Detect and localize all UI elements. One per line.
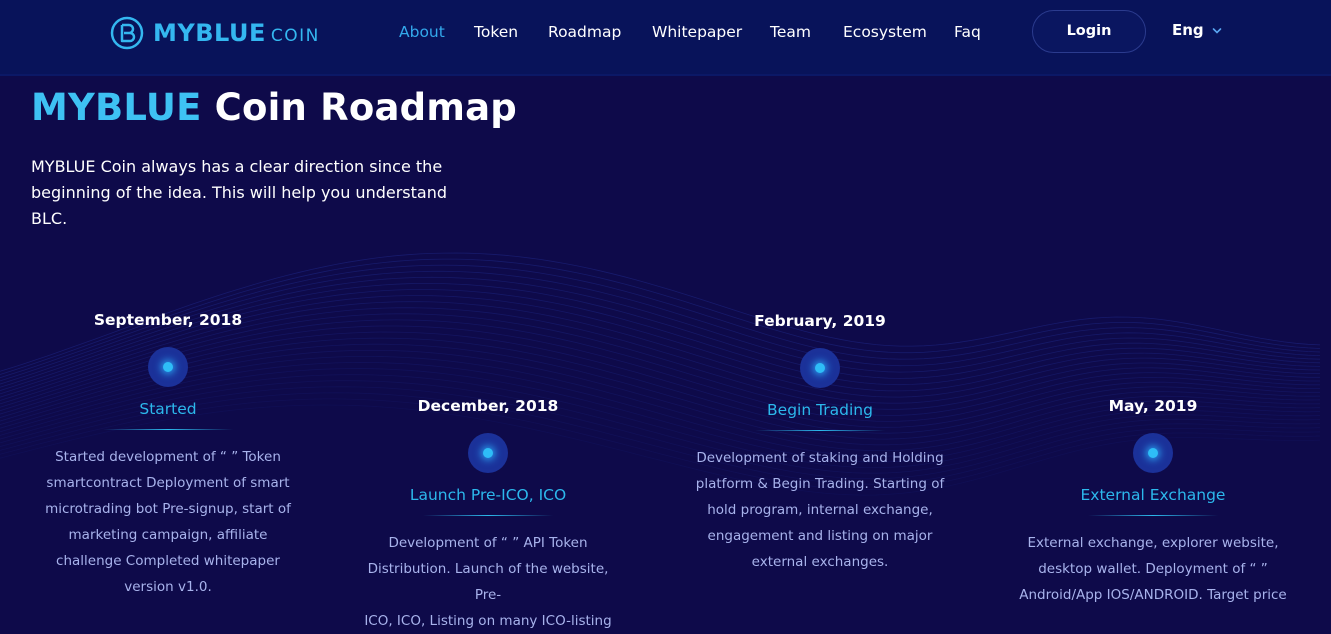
milestone-december-2018: December, 2018 Launch Pre-ICO, ICO Devel… <box>353 395 623 634</box>
intro-line: MYBLUE Coin always has a clear direction… <box>31 157 443 176</box>
milestone-description-line: External exchange, explorer website, <box>1027 535 1279 551</box>
nav-team[interactable]: Team <box>770 23 811 41</box>
chevron-down-icon <box>1212 28 1221 34</box>
milestone-description-line: microtrading bot Pre-signup, start of <box>45 501 291 517</box>
coin-logo-icon <box>110 16 144 50</box>
milestone-description-line: hold program, internal exchange, <box>707 502 933 518</box>
milestone-title: Started <box>139 400 197 418</box>
glowing-dot-icon <box>148 347 188 387</box>
nav-whitepaper[interactable]: Whitepaper <box>652 23 742 41</box>
milestone-description: External exchange, explorer website, des… <box>1018 530 1288 608</box>
milestone-description-line: smartcontract Deployment of smart <box>46 475 290 491</box>
intro-text: MYBLUE Coin always has a clear direction… <box>31 154 481 232</box>
milestone-divider <box>755 430 885 431</box>
glowing-dot-icon <box>1133 433 1173 473</box>
milestone-date: December, 2018 <box>417 397 559 415</box>
page-title: MYBLUE Coin Roadmap <box>31 86 517 129</box>
nav-token[interactable]: Token <box>474 23 518 41</box>
milestone-description-line: Distribution. Launch of the website, Pre… <box>367 561 609 603</box>
milestone-description-line: engagement and listing on major <box>707 528 933 544</box>
milestone-february-2019: February, 2019 Begin Trading Development… <box>685 310 955 575</box>
milestone-description-line: Started development of “ ” Token <box>55 449 281 465</box>
milestone-divider <box>423 515 553 516</box>
logo-suffix-text: COIN <box>270 26 320 46</box>
milestone-date: September, 2018 <box>93 311 243 329</box>
milestone-description-line: external exchanges. <box>751 554 889 570</box>
milestone-september-2018: September, 2018 Started Started developm… <box>33 309 303 600</box>
site-header: MYBLUE COIN About Token Roadmap Whitepap… <box>0 0 1331 74</box>
milestone-description-line: Android/App IOS/ANDROID. Target price <box>1019 587 1287 603</box>
milestone-description-line: challenge Completed whitepaper <box>56 553 280 569</box>
milestone-description-line: version v1.0. <box>124 579 212 595</box>
milestone-date: February, 2019 <box>754 312 886 330</box>
nav-roadmap[interactable]: Roadmap <box>548 23 621 41</box>
milestone-title: Launch Pre-ICO, ICO <box>409 486 567 504</box>
logo-brand-text: MYBLUE <box>153 19 266 47</box>
login-button[interactable]: Login <box>1032 10 1146 53</box>
milestone-title: External Exchange <box>1080 486 1226 504</box>
nav-ecosystem[interactable]: Ecosystem <box>843 23 927 41</box>
language-selector[interactable]: Eng <box>1172 21 1222 39</box>
nav-about[interactable]: About <box>399 23 445 41</box>
milestone-description: Development of staking and Holding platf… <box>685 445 955 575</box>
milestone-description-line: platform & Begin Trading. Starting of <box>695 476 945 492</box>
glowing-dot-icon <box>800 348 840 388</box>
intro-line: beginning of the idea. This will help yo… <box>31 183 447 228</box>
milestone-description-line: ICO, ICO, Listing on many ICO-listing <box>364 613 612 629</box>
milestone-date: May, 2019 <box>1108 397 1198 415</box>
milestone-description: Development of “ ” API Token Distributio… <box>353 530 623 634</box>
title-highlight: MYBLUE <box>31 86 202 129</box>
milestone-title: Begin Trading <box>767 401 873 419</box>
milestone-description: Started development of “ ” Token smartco… <box>33 444 303 600</box>
logo[interactable]: MYBLUE COIN <box>110 14 320 52</box>
milestone-divider <box>103 429 233 430</box>
title-rest: Coin Roadmap <box>201 86 517 129</box>
glowing-dot-icon <box>468 433 508 473</box>
milestone-description-line: Development of “ ” API Token <box>388 535 588 551</box>
milestone-description-line: marketing campaign, affiliate <box>68 527 268 543</box>
milestone-may-2019: May, 2019 External Exchange External exc… <box>1018 395 1288 608</box>
language-label: Eng <box>1172 21 1204 39</box>
milestone-description-line: Development of staking and Holding <box>696 450 944 466</box>
milestone-divider <box>1088 515 1218 516</box>
nav-faq[interactable]: Faq <box>954 23 981 41</box>
milestone-description-line: desktop wallet. Deployment of “ ” <box>1038 561 1268 577</box>
